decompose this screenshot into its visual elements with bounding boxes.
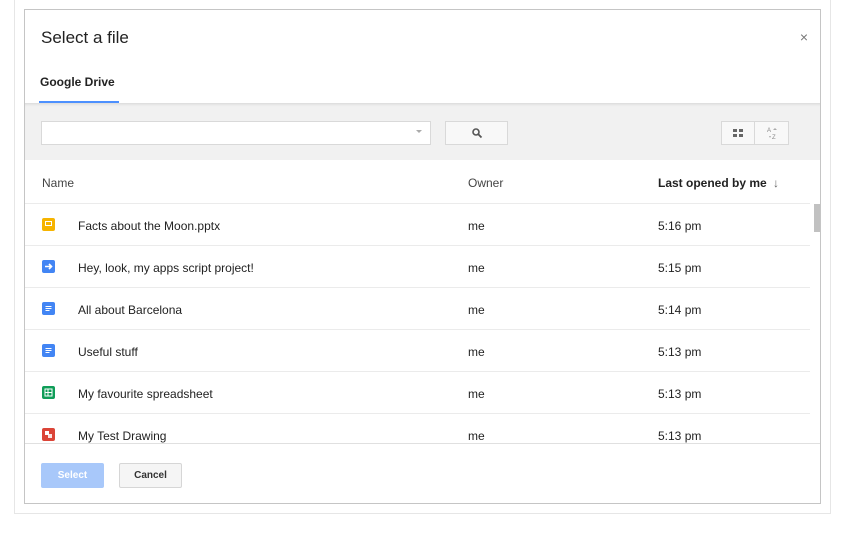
file-row[interactable]: Facts about the Moon.pptx me 5:16 pm [25,203,810,245]
grid-view-button[interactable] [721,121,755,145]
sort-az-icon: A Z [767,128,777,141]
cancel-button[interactable]: Cancel [119,463,182,488]
dialog-footer: Select Cancel [25,443,820,503]
svg-text:A: A [767,128,771,134]
search-input[interactable] [46,123,410,145]
toolbar: A Z [25,103,820,160]
column-header-name[interactable]: Name [42,176,74,190]
close-icon[interactable]: × [800,30,808,44]
file-owner: me [468,429,485,443]
scrollbar-thumb[interactable] [814,204,820,232]
file-name: Useful stuff [78,345,138,359]
file-owner: me [468,345,485,359]
slides-file-icon [42,218,55,231]
file-owner: me [468,387,485,401]
file-row[interactable]: Hey, look, my apps script project! me 5:… [25,245,810,287]
file-row[interactable]: All about Barcelona me 5:14 pm [25,287,810,329]
file-last-opened: 5:13 pm [658,345,702,359]
dialog-title: Select a file [41,28,129,47]
file-owner: me [468,303,485,317]
file-name: All about Barcelona [78,303,183,317]
column-header-last-opened-label: Last opened by me [658,176,767,190]
file-last-opened: 5:13 pm [658,387,702,401]
file-row[interactable]: My Test Drawing me 5:13 pm [25,413,810,443]
file-name: Hey, look, my apps script project! [78,261,254,275]
search-field[interactable] [41,121,431,145]
sort-az-button[interactable]: A Z [755,121,789,145]
file-last-opened: 5:15 pm [658,261,702,275]
drawing-file-icon [42,428,55,441]
file-name: My favourite spreadsheet [78,387,213,401]
search-icon [471,128,482,139]
grid-view-icon [733,129,743,137]
file-name: Facts about the Moon.pptx [78,219,221,233]
chevron-down-icon[interactable] [416,130,422,133]
file-last-opened: 5:16 pm [658,219,702,233]
file-picker-dialog: Select a file × Google Drive A Z Name Ow… [24,9,821,504]
file-last-opened: 5:14 pm [658,303,702,317]
file-row[interactable]: My favourite spreadsheet me 5:13 pm [25,371,810,413]
file-list: Facts about the Moon.pptx me 5:16 pm Hey… [25,203,810,443]
tab-google-drive[interactable]: Google Drive [40,75,115,89]
svg-text:Z: Z [772,135,776,141]
file-last-opened: 5:13 pm [658,429,702,443]
docs-file-icon [42,302,55,315]
select-button[interactable]: Select [41,463,104,488]
column-header-owner[interactable]: Owner [468,176,503,190]
column-header-last-opened[interactable]: Last opened by me ↓ [658,176,779,190]
search-button[interactable] [445,121,508,145]
file-owner: me [468,261,485,275]
file-name: My Test Drawing [78,429,167,443]
scrollbar[interactable] [813,203,820,443]
file-owner: me [468,219,485,233]
file-row[interactable]: Useful stuff me 5:13 pm [25,329,810,371]
column-header-row: Name Owner Last opened by me ↓ [25,160,820,203]
apps-script-file-icon [42,260,55,273]
sheets-file-icon [42,386,55,399]
arrow-down-icon: ↓ [773,176,780,190]
docs-file-icon [42,344,55,357]
